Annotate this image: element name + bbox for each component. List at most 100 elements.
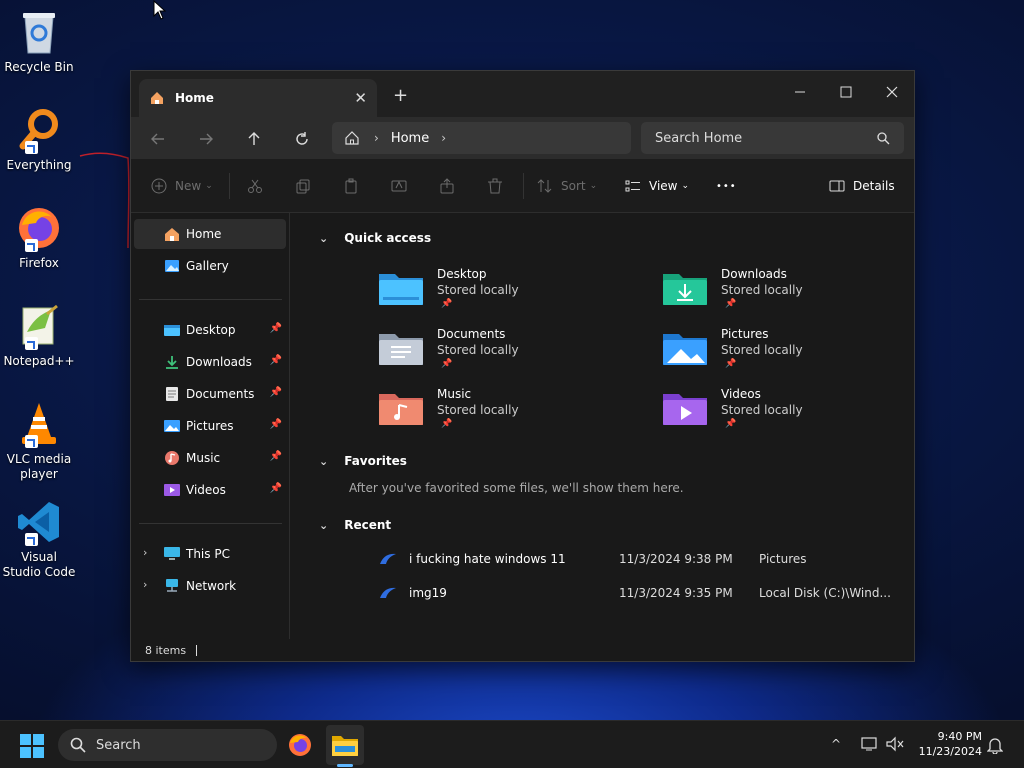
maximize-button[interactable]: [823, 77, 869, 107]
taskbar-file-explorer[interactable]: [326, 725, 364, 765]
quick-access-music[interactable]: Music Stored locally 📌: [379, 385, 639, 435]
breadcrumb[interactable]: › Home ›: [332, 122, 631, 154]
toolbar-divider: [523, 173, 524, 199]
favorites-header[interactable]: ⌄ Favorites: [319, 454, 407, 468]
item-status: Stored locally: [721, 403, 803, 417]
copy-button[interactable]: [295, 175, 311, 197]
sidebar-item-downloads[interactable]: Downloads 📌: [134, 347, 286, 377]
delete-button[interactable]: [487, 175, 503, 197]
search-placeholder: Search Home: [655, 130, 743, 146]
everything-search-icon: [15, 106, 63, 154]
desktop-icon-label: VLC media player: [6, 452, 72, 481]
item-status: Stored locally: [437, 403, 519, 417]
pin-icon: 📌: [441, 359, 453, 369]
view-button-label: View: [649, 179, 678, 193]
network-status-button[interactable]: [861, 736, 879, 755]
sidebar-item-gallery[interactable]: Gallery: [134, 251, 286, 281]
rename-button[interactable]: [391, 175, 407, 197]
recent-row[interactable]: i fucking hate windows 11 11/3/2024 9:38…: [379, 546, 899, 572]
clock-time: 9:40 PM: [937, 730, 982, 743]
pin-icon: 📌: [725, 419, 737, 429]
taskbar-search-label: Search: [96, 737, 141, 753]
forward-button[interactable]: [195, 128, 217, 150]
home-icon: [151, 92, 163, 104]
desktop-icon-label: Recycle Bin: [4, 60, 74, 74]
recent-file-name: img19: [409, 586, 447, 600]
start-button[interactable]: [20, 734, 44, 761]
recent-row[interactable]: img19 11/3/2024 9:35 PM Local Disk (C:)\…: [379, 580, 899, 606]
desktop-icon-notepad-plus-plus[interactable]: Notepad++: [2, 302, 76, 369]
chevron-down-icon: ⌄: [205, 181, 213, 191]
chevron-right-icon[interactable]: ›: [143, 546, 147, 559]
sort-icon: [537, 179, 552, 193]
pin-icon: 📌: [725, 299, 737, 309]
sidebar-item-this-pc[interactable]: › This PC: [134, 539, 286, 569]
volume-button[interactable]: [886, 736, 904, 755]
quick-access-pictures[interactable]: Pictures Stored locally 📌: [663, 325, 923, 375]
sidebar-item-pictures[interactable]: Pictures 📌: [134, 411, 286, 441]
clock[interactable]: 9:40 PM 11/23/2024: [919, 729, 982, 759]
desktop-icon-everything[interactable]: Everything: [2, 106, 76, 173]
new-button[interactable]: New ⌄: [151, 175, 213, 197]
notifications-button[interactable]: [986, 736, 1004, 757]
desktop-icon-label: Visual Studio Code: [2, 550, 76, 579]
desktop-icon-recycle-bin[interactable]: Recycle Bin: [2, 8, 76, 75]
quick-access-downloads[interactable]: Downloads Stored locally 📌: [663, 265, 923, 315]
recent-header[interactable]: ⌄ Recent: [319, 518, 391, 532]
pin-icon: 📌: [269, 387, 282, 398]
sidebar-item-network[interactable]: › Network: [134, 571, 286, 601]
quick-access-documents[interactable]: Documents Stored locally 📌: [379, 325, 639, 375]
new-tab-button[interactable]: +: [393, 85, 408, 106]
quick-access-desktop[interactable]: Desktop Stored locally 📌: [379, 265, 639, 315]
paste-button[interactable]: [343, 175, 359, 197]
shortcut-arrow-icon: [25, 533, 38, 546]
tab-close-button[interactable]: ✕: [354, 89, 367, 107]
up-button[interactable]: [243, 128, 265, 150]
taskbar: Search ^ 9:40 PM 11/23/2024: [0, 720, 1024, 768]
pin-icon: 📌: [269, 483, 282, 494]
quick-access-header[interactable]: ⌄ Quick access: [319, 231, 431, 245]
tab-home[interactable]: Home ✕: [139, 79, 377, 117]
toolbar-divider: [229, 173, 230, 199]
shortcut-arrow-icon: [25, 435, 38, 448]
chevron-right-icon[interactable]: ›: [441, 131, 446, 145]
desktop-icon-vscode[interactable]: Visual Studio Code: [2, 498, 76, 580]
show-hidden-icons-button[interactable]: ^: [831, 737, 841, 751]
search-icon: [877, 131, 890, 144]
taskbar-search[interactable]: Search: [58, 729, 277, 761]
breadcrumb-home[interactable]: Home: [391, 131, 429, 146]
sidebar-item-music[interactable]: Music 📌: [134, 443, 286, 473]
chevron-right-icon: ›: [374, 131, 379, 145]
sidebar-item-videos[interactable]: Videos 📌: [134, 475, 286, 505]
search-input[interactable]: Search Home: [641, 122, 904, 154]
taskbar-firefox[interactable]: [288, 733, 312, 760]
minimize-button[interactable]: [777, 77, 823, 107]
desktop-icon-label: Everything: [6, 158, 72, 172]
refresh-button[interactable]: [291, 128, 313, 150]
home-outline-icon: [345, 131, 359, 145]
firefox-icon: [289, 734, 311, 756]
share-button[interactable]: [439, 175, 455, 197]
desktop-icon-firefox[interactable]: Firefox: [2, 204, 76, 271]
chevron-right-icon[interactable]: ›: [143, 578, 147, 591]
back-button[interactable]: [147, 128, 169, 150]
sidebar-divider: [139, 523, 282, 524]
sidebar-item-desktop[interactable]: Desktop 📌: [134, 315, 286, 345]
desktop-icon-vlc[interactable]: VLC media player: [2, 400, 76, 482]
details-pane-button[interactable]: Details: [829, 175, 895, 197]
cut-button[interactable]: [247, 175, 263, 197]
close-button[interactable]: [869, 77, 915, 107]
more-options-button[interactable]: •••: [716, 175, 737, 197]
sidebar-item-label: Home: [186, 227, 222, 241]
chevron-down-icon: ⌄: [319, 454, 329, 468]
documents-folder-icon: [166, 387, 178, 401]
sidebar-item-home[interactable]: Home: [134, 219, 286, 249]
sidebar-item-label: Network: [186, 579, 237, 593]
view-list-icon: [625, 180, 640, 192]
sort-button[interactable]: Sort ⌄: [537, 175, 597, 197]
quick-access-videos[interactable]: Videos Stored locally 📌: [663, 385, 923, 435]
sidebar-item-documents[interactable]: Documents 📌: [134, 379, 286, 409]
view-button[interactable]: View ⌄: [625, 175, 689, 197]
recent-file-date: 11/3/2024 9:35 PM: [619, 586, 733, 600]
network-status-icon: [861, 737, 877, 751]
